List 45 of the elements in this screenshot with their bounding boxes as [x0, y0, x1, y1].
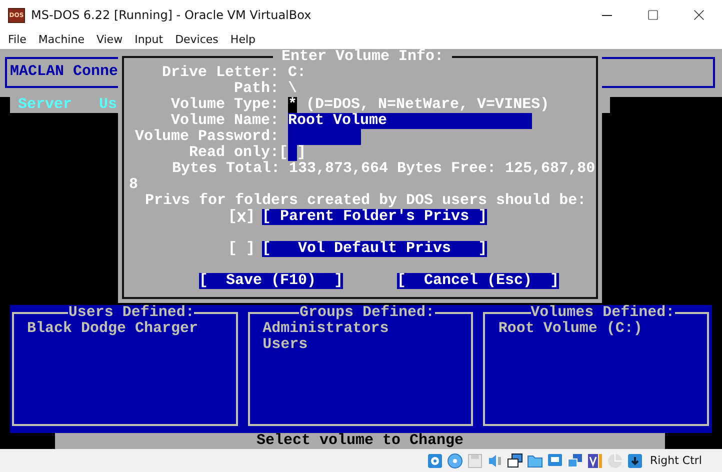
minimize-icon [602, 14, 612, 16]
list-item[interactable]: Users [262, 337, 472, 353]
host-key-label: Right Ctrl [650, 454, 702, 467]
menu-item[interactable]: Input [128, 33, 170, 46]
disk-size-text: Bytes Total: 133,873,664 Bytes Free: 125,687,808 [129, 161, 596, 193]
cross-icon [237, 212, 246, 222]
menu-item[interactable]: File [2, 33, 32, 46]
option-button[interactable]: [ Vol Default Privs ] [262, 241, 488, 257]
list-title: Volumes Defined: [530, 305, 675, 321]
privs-prompt: Privs for folders created by DOS users should be: [144, 193, 588, 209]
program-title: MACLAN Conne [10, 63, 118, 80]
password-field[interactable] [288, 129, 361, 145]
maximize-icon [647, 9, 659, 21]
folder-icon[interactable] [526, 452, 543, 468]
menu-item[interactable]: Devices [169, 33, 224, 46]
cancel-button[interactable]: [ Cancel (Esc) ] [397, 273, 560, 289]
window-title: MS-DOS 6.22 [Running] - Oracle VM VirtualBox [31, 8, 312, 22]
field-label: Read only: [188, 145, 279, 161]
display-icon[interactable] [546, 452, 563, 468]
input-field[interactable]: Root Volume [288, 113, 532, 129]
chip-icon[interactable] [586, 452, 603, 468]
disc-icon[interactable] [446, 452, 463, 468]
field-label: Volume Type: [170, 97, 280, 113]
field-label: Path: [232, 81, 280, 97]
dialog-title: Enter Volume Info: [280, 49, 445, 65]
input-field[interactable]: * [288, 97, 298, 113]
network-icon[interactable] [506, 452, 523, 468]
menu-item[interactable]: Help [224, 33, 262, 46]
status-message: Select volume to Change [55, 433, 665, 449]
field-label: Drive Letter: [160, 65, 280, 81]
list-title: Users Defined: [68, 305, 194, 321]
list-title: Groups Defined: [299, 305, 435, 321]
field-label: Volume Password: [134, 129, 280, 145]
menu-item[interactable]: View [90, 33, 129, 46]
list-item[interactable]: Black Dodge Charger [27, 321, 236, 337]
field-hint: (D=DOS, N=NetWare, V=VINES) [305, 97, 550, 113]
option-button[interactable]: [ Parent Folder's Privs ] [262, 209, 488, 225]
list-item[interactable]: Administrators [262, 321, 472, 337]
windows-icon[interactable] [566, 452, 583, 468]
menu-item[interactable]: Machine [32, 33, 90, 46]
field-value: \ [288, 81, 298, 97]
save-button[interactable]: [ Save (F10) ] [199, 273, 344, 289]
list-item[interactable]: Root Volume (C:) [498, 321, 708, 337]
field-value: C: [288, 65, 306, 81]
field-label: Volume Name: [170, 113, 280, 129]
